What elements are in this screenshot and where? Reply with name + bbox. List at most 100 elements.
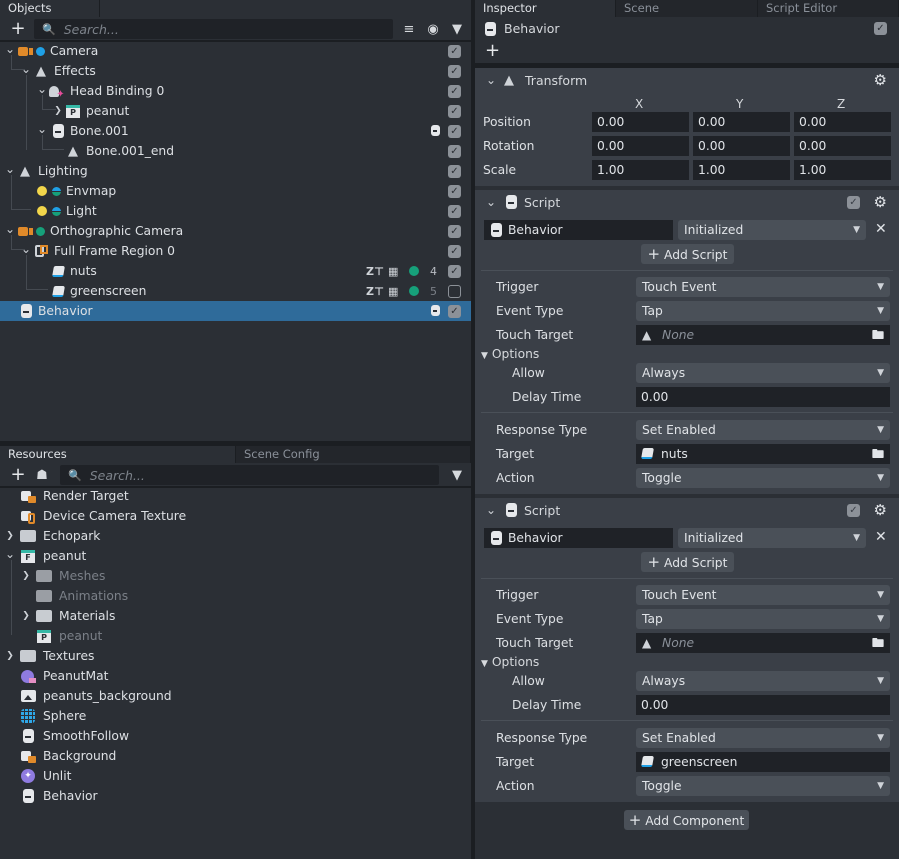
rotation-y-input[interactable]: 0.00 xyxy=(693,136,790,156)
chevron-right-icon[interactable]: ❯ xyxy=(5,531,15,541)
enabled-checkbox[interactable]: ✓ xyxy=(448,244,461,258)
object-row-camera[interactable]: ⌄ Camera ✓ xyxy=(0,41,471,61)
resource-row-materials[interactable]: ❯ Materials xyxy=(0,606,471,626)
script-enabled-checkbox[interactable]: ✓ xyxy=(847,504,860,517)
rotation-z-input[interactable]: 0.00 xyxy=(794,136,891,156)
object-enabled-checkbox[interactable]: ✓ xyxy=(874,22,887,35)
resource-row-animations[interactable]: Animations xyxy=(0,586,471,606)
resources-search-input[interactable]: 🔍 Search... xyxy=(60,465,439,485)
chevron-down-icon[interactable]: ⌄ xyxy=(37,82,47,96)
options-toggle[interactable]: ▼ Options xyxy=(481,655,539,669)
chevron-down-icon[interactable]: ⌄ xyxy=(5,162,15,176)
response-type-dropdown[interactable]: Set Enabled ▼ xyxy=(636,728,890,748)
chevron-down-icon[interactable]: ⌄ xyxy=(21,62,31,76)
add-script-button[interactable]: + Add Script xyxy=(641,244,734,264)
chevron-right-icon[interactable]: ❯ xyxy=(53,106,63,116)
object-row-light[interactable]: Light ✓ xyxy=(0,201,471,221)
resource-row-peanut-package[interactable]: ⌄ F peanut xyxy=(0,546,471,566)
folder-icon[interactable]: 🖿 xyxy=(872,633,884,653)
object-row-effects[interactable]: ⌄ ▲ Effects ✓ xyxy=(0,61,471,81)
action-dropdown[interactable]: Toggle ▼ xyxy=(636,776,890,796)
resource-row-echopark[interactable]: ❯ Echopark xyxy=(0,526,471,546)
filter-icon[interactable]: ▼ xyxy=(445,22,469,37)
resource-row-behavior[interactable]: Behavior xyxy=(0,786,471,806)
touch-target-field[interactable]: ▲ None 🖿 xyxy=(636,633,890,653)
rotation-x-input[interactable]: 0.00 xyxy=(592,136,689,156)
script-event-dropdown[interactable]: Initialized ▼ xyxy=(678,528,866,548)
gear-icon[interactable]: ⚙ xyxy=(874,71,887,89)
resource-row-peanut-prefab[interactable]: P peanut xyxy=(0,626,471,646)
resource-row-smoothfollow[interactable]: SmoothFollow xyxy=(0,726,471,746)
chevron-down-icon[interactable]: ⌄ xyxy=(5,222,15,236)
tab-script-editor[interactable]: Script Editor xyxy=(758,0,899,17)
enabled-checkbox[interactable]: ✓ xyxy=(448,204,461,218)
tab-resources[interactable]: Resources xyxy=(0,446,236,463)
resource-row-render-target[interactable]: Render Target xyxy=(0,486,471,506)
tab-objects[interactable]: Objects xyxy=(0,0,100,17)
scale-y-input[interactable]: 1.00 xyxy=(693,160,790,180)
enabled-checkbox[interactable]: ✓ xyxy=(448,64,461,78)
position-x-input[interactable]: 0.00 xyxy=(592,112,689,132)
touch-target-field[interactable]: ▲ None 🖿 xyxy=(636,325,890,345)
event-type-dropdown[interactable]: Tap ▼ xyxy=(636,301,890,321)
delay-time-input[interactable]: 0.00 xyxy=(636,695,890,715)
enabled-checkbox[interactable]: ✓ xyxy=(448,304,461,318)
chevron-right-icon[interactable]: ❯ xyxy=(21,571,31,581)
script-enabled-checkbox[interactable]: ✓ xyxy=(847,196,860,209)
object-row-full-frame-region[interactable]: ⌄ Full Frame Region 0 ✓ xyxy=(0,241,471,261)
enabled-checkbox[interactable] xyxy=(448,284,461,298)
gear-icon[interactable]: ⚙ xyxy=(874,193,887,211)
add-script-button[interactable]: + Add Script xyxy=(641,552,734,572)
allow-dropdown[interactable]: Always ▼ xyxy=(636,671,890,691)
resource-row-peanutmat[interactable]: PeanutMat xyxy=(0,666,471,686)
options-toggle[interactable]: ▼ Options xyxy=(481,347,539,361)
enabled-checkbox[interactable]: ✓ xyxy=(448,164,461,178)
enabled-checkbox[interactable]: ✓ xyxy=(448,184,461,198)
allow-dropdown[interactable]: Always ▼ xyxy=(636,363,890,383)
script-asset-field[interactable]: Behavior xyxy=(484,528,673,548)
chevron-down-icon[interactable]: ⌄ xyxy=(486,195,496,209)
tab-scene-config[interactable]: Scene Config xyxy=(236,446,471,463)
script-header[interactable]: ⌄ Script ✓ ⚙ xyxy=(475,190,899,214)
folder-icon[interactable]: 🖿 xyxy=(872,325,884,345)
resource-row-device-camera-texture[interactable]: Device Camera Texture xyxy=(0,506,471,526)
folder-icon[interactable]: 🖿 xyxy=(872,444,884,464)
gear-icon[interactable]: ⚙ xyxy=(874,501,887,519)
tab-scene[interactable]: Scene xyxy=(616,0,758,17)
position-z-input[interactable]: 0.00 xyxy=(794,112,891,132)
script-header[interactable]: ⌄ Script ✓ ⚙ xyxy=(475,498,899,522)
chevron-down-icon[interactable]: ⌄ xyxy=(486,73,496,87)
enabled-checkbox[interactable]: ✓ xyxy=(448,264,461,278)
script-event-dropdown[interactable]: Initialized ▼ xyxy=(678,220,866,240)
target-field[interactable]: nuts 🖿 xyxy=(636,444,890,464)
tab-inspector[interactable]: Inspector xyxy=(475,0,616,17)
script-asset-field[interactable]: Behavior xyxy=(484,220,673,240)
scale-z-input[interactable]: 1.00 xyxy=(794,160,891,180)
remove-script-icon[interactable]: ✕ xyxy=(875,529,887,545)
enabled-checkbox[interactable]: ✓ xyxy=(448,144,461,158)
action-dropdown[interactable]: Toggle ▼ xyxy=(636,468,890,488)
chevron-down-icon[interactable]: ⌄ xyxy=(5,547,15,561)
object-row-nuts[interactable]: nuts Z⊤ ▦ 4 ✓ xyxy=(0,261,471,281)
trigger-dropdown[interactable]: Touch Event ▼ xyxy=(636,277,890,297)
chevron-right-icon[interactable]: ❯ xyxy=(5,651,15,661)
position-y-input[interactable]: 0.00 xyxy=(693,112,790,132)
transform-header[interactable]: ⌄ ▲ Transform ⚙ xyxy=(475,68,899,92)
chevron-down-icon[interactable]: ⌄ xyxy=(37,122,47,136)
hierarchy-list-icon[interactable]: ≡ xyxy=(397,22,421,37)
enabled-checkbox[interactable]: ✓ xyxy=(448,104,461,118)
enabled-checkbox[interactable]: ✓ xyxy=(448,124,461,138)
add-button[interactable]: + xyxy=(485,41,500,61)
add-object-button[interactable]: + xyxy=(6,19,30,39)
response-type-dropdown[interactable]: Set Enabled ▼ xyxy=(636,420,890,440)
objects-search-input[interactable]: 🔍 Search... xyxy=(34,19,393,39)
delay-time-input[interactable]: 0.00 xyxy=(636,387,890,407)
object-row-peanut[interactable]: ❯ P peanut ✓ xyxy=(0,101,471,121)
filter-icon[interactable]: ▼ xyxy=(445,468,469,483)
chevron-down-icon[interactable]: ⌄ xyxy=(21,242,31,256)
chevron-right-icon[interactable]: ❯ xyxy=(21,611,31,621)
trigger-dropdown[interactable]: Touch Event ▼ xyxy=(636,585,890,605)
object-row-envmap[interactable]: Envmap ✓ xyxy=(0,181,471,201)
resource-row-sphere[interactable]: Sphere xyxy=(0,706,471,726)
remove-script-icon[interactable]: ✕ xyxy=(875,221,887,237)
